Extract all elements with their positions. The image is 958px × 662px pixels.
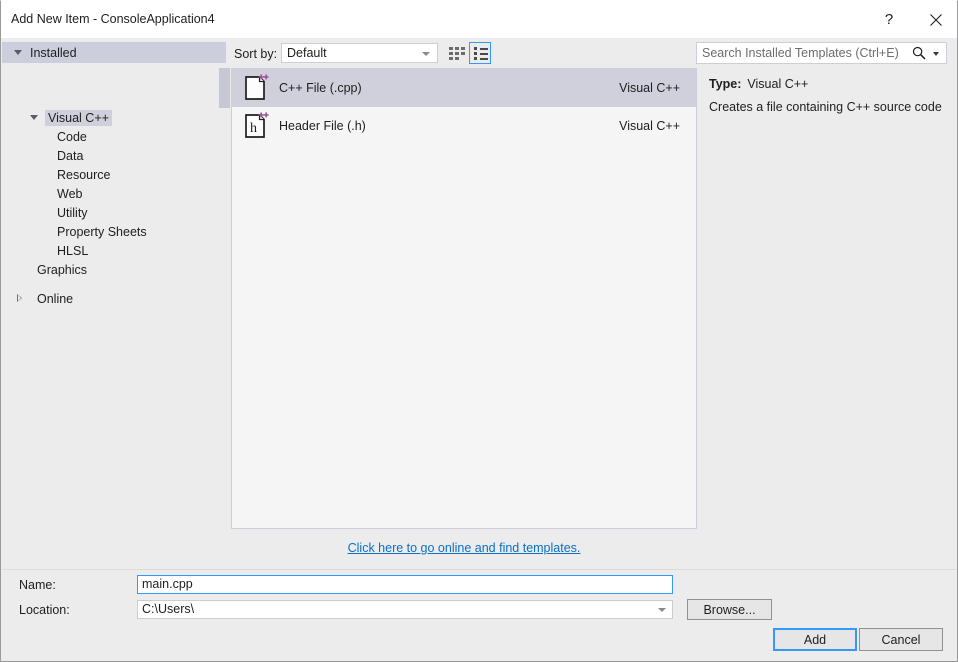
name-input-value: main.cpp bbox=[142, 577, 193, 591]
chevron-down-icon bbox=[30, 115, 38, 120]
help-button[interactable]: ? bbox=[866, 1, 912, 38]
list-view-icon bbox=[474, 47, 488, 60]
cpp-file-icon bbox=[241, 73, 271, 103]
chevron-right-icon bbox=[17, 294, 22, 303]
search-icon bbox=[912, 46, 926, 60]
detail-description: Creates a file containing C++ source cod… bbox=[709, 100, 942, 114]
sidebar-item-utility[interactable]: Utility bbox=[54, 203, 91, 222]
sidebar-item-data[interactable]: Data bbox=[54, 146, 86, 165]
sidebar-item-code[interactable]: Code bbox=[54, 127, 90, 146]
sidebar-item-property-sheets[interactable]: Property Sheets bbox=[54, 222, 150, 241]
search-input[interactable]: Search Installed Templates (Ctrl+E) bbox=[696, 42, 947, 64]
cancel-button[interactable]: Cancel bbox=[859, 628, 943, 651]
svg-text:h: h bbox=[250, 121, 257, 136]
sidebar-item-label: Graphics bbox=[37, 262, 88, 277]
sort-by-label: Sort by: bbox=[234, 47, 278, 61]
sort-by-value: Default bbox=[287, 46, 327, 60]
detail-type-label: Type: bbox=[709, 77, 742, 91]
add-button[interactable]: Add bbox=[773, 628, 857, 651]
sidebar-item-label: Online bbox=[37, 291, 74, 306]
sidebar-item-online[interactable]: Online bbox=[17, 289, 76, 308]
list-item[interactable]: C++ File (.cpp) Visual C++ bbox=[232, 69, 696, 107]
search-placeholder: Search Installed Templates (Ctrl+E) bbox=[702, 46, 899, 60]
sidebar-item-label: Web bbox=[57, 186, 83, 201]
chevron-down-icon[interactable] bbox=[658, 608, 666, 612]
divider bbox=[2, 569, 957, 570]
installed-label: Installed bbox=[30, 45, 77, 60]
online-templates-link[interactable]: Click here to go online and find templat… bbox=[1, 541, 927, 555]
list-item-name: Header File (.h) bbox=[279, 119, 366, 133]
chevron-down-icon bbox=[422, 52, 430, 56]
sidebar-item-web[interactable]: Web bbox=[54, 184, 85, 203]
header-file-icon: h bbox=[241, 111, 271, 141]
sidebar-scrollbar-thumb[interactable] bbox=[219, 68, 230, 108]
sidebar-item-label: Property Sheets bbox=[57, 224, 147, 239]
location-input-value: C:\Users\ bbox=[142, 602, 195, 616]
sidebar-item-label: Code bbox=[57, 129, 87, 144]
question-mark-icon: ? bbox=[884, 11, 894, 28]
chevron-down-icon bbox=[14, 50, 22, 55]
list-item[interactable]: h Header File (.h) Visual C++ bbox=[232, 107, 696, 145]
title-bar: Add New Item - ConsoleApplication4 ? bbox=[1, 1, 957, 38]
name-input[interactable]: main.cpp bbox=[137, 575, 673, 594]
browse-button[interactable]: Browse... bbox=[687, 599, 772, 620]
templates-list: C++ File (.cpp) Visual C++ h Header File… bbox=[231, 68, 697, 529]
tree-group-installed[interactable]: Installed bbox=[2, 42, 226, 63]
templates-tree-sidebar: Installed Visual C++ Code Data Resource … bbox=[2, 38, 230, 556]
sidebar-item-resource[interactable]: Resource bbox=[54, 165, 114, 184]
sidebar-item-label: Visual C++ bbox=[45, 109, 112, 126]
close-button[interactable] bbox=[913, 1, 957, 38]
location-input[interactable]: C:\Users\ bbox=[137, 600, 673, 619]
template-details-panel: Type: Visual C++ Creates a file containin… bbox=[701, 68, 951, 529]
view-tiles-button[interactable] bbox=[445, 42, 467, 64]
sidebar-item-hlsl[interactable]: HLSL bbox=[54, 241, 91, 260]
location-label: Location: bbox=[19, 603, 70, 617]
sidebar-item-label: Resource bbox=[57, 167, 111, 182]
sidebar-scrollbar[interactable] bbox=[219, 68, 230, 556]
close-icon bbox=[930, 13, 942, 26]
add-new-item-dialog: Add New Item - ConsoleApplication4 ? Ins… bbox=[0, 0, 958, 662]
sort-by-select[interactable]: Default bbox=[281, 43, 438, 63]
sidebar-item-label: Utility bbox=[57, 205, 88, 220]
chevron-down-icon[interactable] bbox=[933, 52, 939, 56]
sidebar-item-label: Data bbox=[57, 148, 84, 163]
tile-view-icon bbox=[449, 47, 465, 60]
sidebar-item-visual-cpp[interactable]: Visual C++ bbox=[30, 108, 112, 127]
sidebar-item-label: HLSL bbox=[57, 243, 89, 258]
list-item-origin: Visual C++ bbox=[619, 119, 680, 133]
list-item-name: C++ File (.cpp) bbox=[279, 81, 362, 95]
name-label: Name: bbox=[19, 578, 56, 592]
detail-type-row: Type: Visual C++ bbox=[709, 77, 808, 91]
detail-type-value: Visual C++ bbox=[747, 77, 809, 91]
view-list-button[interactable] bbox=[469, 42, 491, 64]
list-item-origin: Visual C++ bbox=[619, 81, 680, 95]
sidebar-item-graphics[interactable]: Graphics bbox=[34, 260, 90, 279]
dialog-title: Add New Item - ConsoleApplication4 bbox=[11, 12, 215, 26]
